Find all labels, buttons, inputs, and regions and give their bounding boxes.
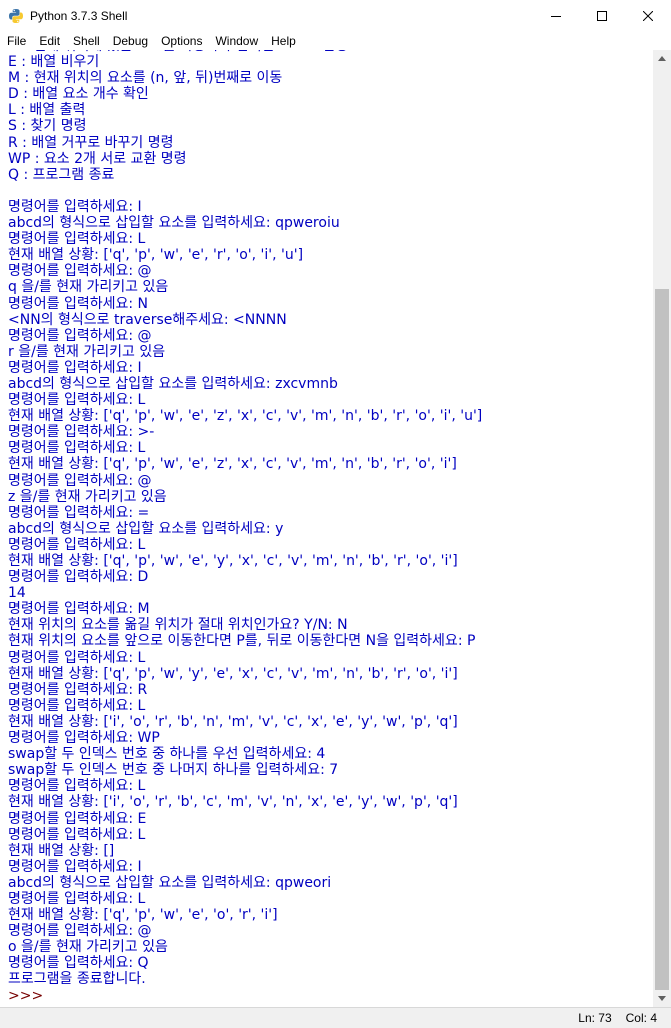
- shell-line: 현재 배열 상황: ['i', 'o', 'r', 'b', 'c', 'm',…: [8, 794, 458, 811]
- line-indicator: Ln: 73: [578, 1011, 612, 1025]
- shell-line: 명령어를 입력하세요: >-: [8, 424, 155, 441]
- chevron-down-icon: [658, 996, 666, 1001]
- shell-line: abcd의 형식으로 삽입할 요소를 입력하세요: y: [8, 520, 284, 537]
- vertical-scrollbar[interactable]: [653, 50, 671, 1007]
- scrollbar-thumb[interactable]: [655, 288, 669, 990]
- shell-line: abcd의 형식으로 삽입할 요소를 입력하세요: zxcvmnb: [8, 375, 338, 392]
- shell-line: R : 배열 거꾸로 바꾸기 명령: [8, 134, 174, 151]
- status-bar: Ln: 73 Col: 4: [0, 1007, 671, 1028]
- menu-options[interactable]: Options: [154, 34, 208, 48]
- shell-line: WP : 요소 2개 서로 교환 명령: [8, 150, 187, 167]
- shell-line: 현재 배열 상황: ['q', 'p', 'w', 'e', 'z', 'x',…: [8, 456, 457, 473]
- shell-line: 명령어를 입력하세요: Q: [8, 955, 149, 972]
- shell-line: swap할 두 인덱스 번호 중 나머지 하나를 입력하세요: 7: [8, 762, 339, 779]
- menu-edit[interactable]: Edit: [32, 34, 66, 48]
- shell-line: 명령어를 입력하세요: I: [8, 359, 142, 376]
- shell-line: 명령어를 입력하세요: =: [8, 504, 150, 521]
- shell-line: 명령어를 입력하세요: @: [8, 327, 152, 344]
- shell-line: 명령어를 입력하세요: L: [8, 778, 146, 795]
- shell-line: r 을/를 현재 가리키고 있음: [8, 343, 166, 360]
- shell-line: 명령어를 입력하세요: L: [8, 697, 146, 714]
- menu-bar: File Edit Shell Debug Options Window Hel…: [0, 31, 671, 50]
- scroll-up-button[interactable]: [653, 50, 671, 67]
- shell-line: 명령어를 입력하세요: @: [8, 472, 152, 489]
- shell-line: 명령어를 입력하세요: R: [8, 681, 148, 698]
- menu-help[interactable]: Help: [264, 34, 302, 48]
- menu-file[interactable]: File: [0, 34, 32, 48]
- shell-line: M : 현재 위치의 요소를 (n, 앞, 뒤)번째로 이동: [8, 70, 283, 87]
- window-title: Python 3.7.3 Shell: [30, 8, 128, 23]
- close-icon: [643, 10, 653, 21]
- shell-line: S : 찾기 명령: [8, 118, 87, 135]
- close-button[interactable]: [625, 0, 671, 31]
- title-bar[interactable]: Python 3.7.3 Shell: [0, 0, 671, 31]
- shell-line: 현재 배열 상황: ['q', 'p', 'w', 'y', 'e', 'x',…: [8, 665, 458, 682]
- maximize-button[interactable]: [579, 0, 625, 31]
- shell-line: 명령어를 입력하세요: L: [8, 231, 146, 248]
- shell-line: 현재 배열 상황: ['q', 'p', 'w', 'e', 'z', 'x',…: [8, 408, 483, 425]
- shell-line: 명령어를 입력하세요: D: [8, 569, 149, 586]
- shell-line: 현재 위치의 요소를 앞으로 이동한다면 P를, 뒤로 이동한다면 N을 입력하…: [8, 633, 476, 650]
- shell-line: E : 배열 비우기: [8, 54, 100, 71]
- shell-line: 명령어를 입력하세요: E: [8, 810, 147, 827]
- shell-line: 명령어를 입력하세요: @: [8, 923, 152, 940]
- shell-line: 명령어를 입력하세요: I: [8, 198, 142, 215]
- menu-debug[interactable]: Debug: [106, 34, 154, 48]
- shell-line: 명령어를 입력하세요: I: [8, 858, 142, 875]
- shell-line: abcd의 형식으로 삽입할 요소를 입력하세요: qpweroiu: [8, 215, 340, 232]
- shell-line: swap할 두 인덱스 번호 중 하나를 우선 입력하세요: 4: [8, 746, 326, 763]
- shell-line: 명령어를 입력하세요: M: [8, 601, 150, 618]
- shell-line: o 을/를 현재 가리키고 있음: [8, 939, 168, 956]
- shell-line: abcd의 형식으로 삽입할 요소를 입력하세요: qpweori: [8, 874, 332, 891]
- shell-line: 명령어를 입력하세요: @: [8, 263, 152, 280]
- chevron-up-icon: [658, 56, 666, 61]
- shell-line: D : 배열 요소 개수 확인: [8, 86, 149, 103]
- shell-line: <NN의 형식으로 traverse해주세요: <NNNN: [8, 311, 287, 328]
- shell-line: 현재 배열 상황: ['q', 'p', 'w', 'e', 'r', 'o',…: [8, 247, 304, 264]
- shell-line: 프로그램을 종료합니다.: [8, 971, 146, 988]
- shell-output: = : 현재 위치에 있는 요소를 사용자가 입력한 요소로 변경E : 배열 …: [8, 50, 482, 1004]
- shell-prompt: >>>: [8, 987, 48, 1004]
- shell-line: 명령어를 입력하세요: L: [8, 649, 146, 666]
- shell-line: 현재 배열 상황: []: [8, 842, 115, 859]
- scroll-down-button[interactable]: [653, 990, 671, 1007]
- minimize-button[interactable]: [533, 0, 579, 31]
- menu-window[interactable]: Window: [208, 34, 264, 48]
- menu-shell[interactable]: Shell: [66, 34, 106, 48]
- shell-line: 현재 배열 상황: ['q', 'p', 'w', 'e', 'o', 'r',…: [8, 907, 278, 924]
- shell-line: Q : 프로그램 종료: [8, 166, 115, 183]
- shell-line: 명령어를 입력하세요: L: [8, 392, 146, 409]
- shell-text-area[interactable]: = : 현재 위치에 있는 요소를 사용자가 입력한 요소로 변경E : 배열 …: [0, 50, 653, 1007]
- shell-line: 명령어를 입력하세요: L: [8, 440, 146, 457]
- shell-line: q 을/를 현재 가리키고 있음: [8, 279, 169, 296]
- shell-line: 명령어를 입력하세요: L: [8, 826, 146, 843]
- shell-line: 현재 위치의 요소를 옮길 위치가 절대 위치인가요? Y/N: N: [8, 617, 348, 634]
- shell-line: 명령어를 입력하세요: WP: [8, 730, 160, 747]
- shell-line: 현재 배열 상황: ['q', 'p', 'w', 'e', 'y', 'x',…: [8, 553, 458, 569]
- shell-line: 명령어를 입력하세요: L: [8, 890, 146, 907]
- column-indicator: Col: 4: [625, 1011, 657, 1025]
- shell-line: L : 배열 출력: [8, 102, 86, 119]
- shell-line: 현재 배열 상황: ['i', 'o', 'r', 'b', 'n', 'm',…: [8, 713, 458, 730]
- shell-line: 명령어를 입력하세요: N: [8, 295, 149, 312]
- shell-line: z 을/를 현재 가리키고 있음: [8, 488, 167, 505]
- shell-line: 14: [8, 585, 26, 602]
- shell-line: 명령어를 입력하세요: L: [8, 536, 146, 553]
- python-icon: [9, 8, 23, 23]
- maximize-icon: [597, 10, 607, 21]
- minimize-icon: [551, 15, 561, 17]
